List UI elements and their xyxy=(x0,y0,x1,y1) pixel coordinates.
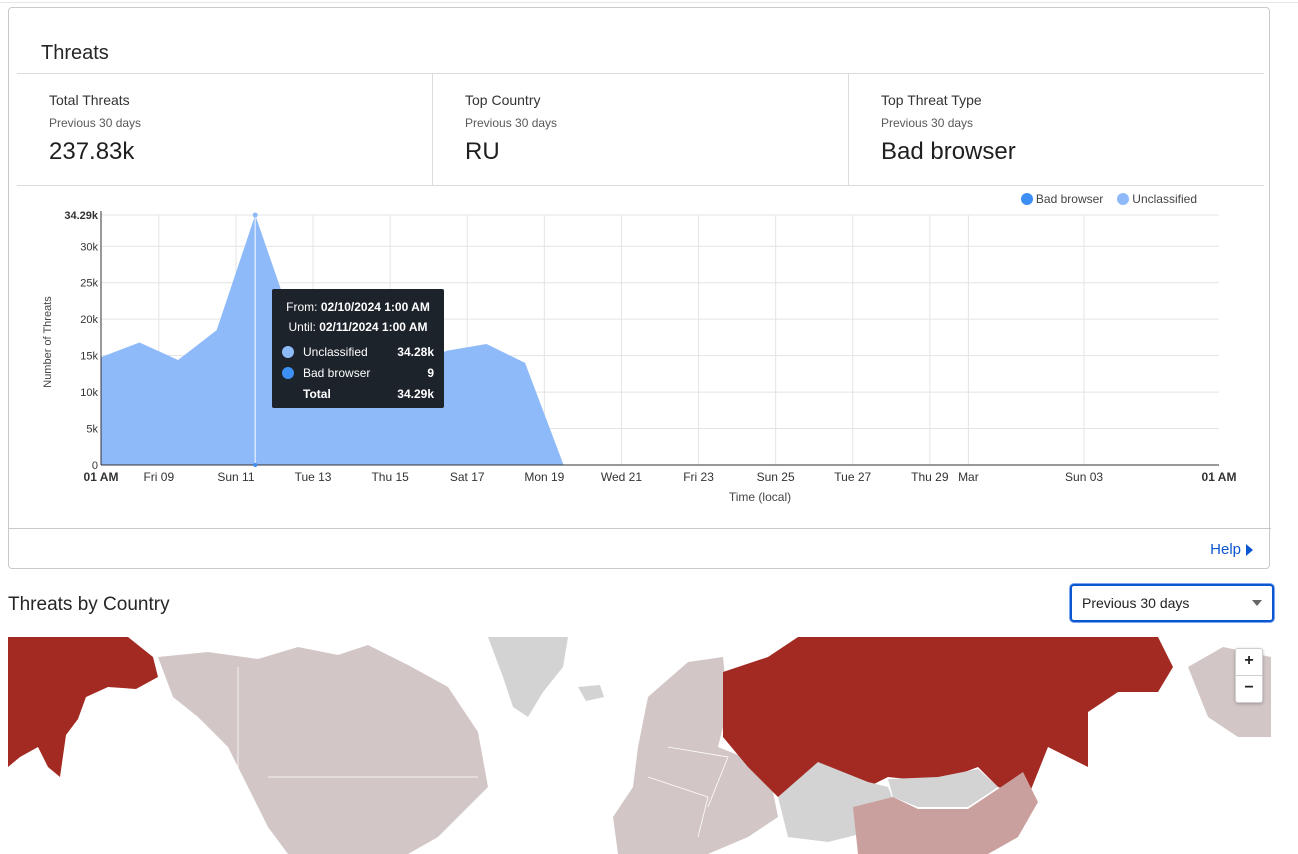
x-tick-label: Tue 27 xyxy=(834,470,871,484)
tooltip-row-bad-browser: Bad browser 9 xyxy=(282,362,434,383)
x-tick-label: Sun 03 xyxy=(1065,470,1103,484)
x-tick-label: Mon 19 xyxy=(524,470,564,484)
y-tick-label: 34.29k xyxy=(64,210,99,222)
x-tick-label: 01 AM xyxy=(1202,470,1237,484)
x-tick-label: Tue 13 xyxy=(295,470,332,484)
tooltip-row-unclassified: Unclassified 34.28k xyxy=(282,341,434,362)
tooltip-total-value: 34.29k xyxy=(397,386,434,401)
x-tick-label: Wed 21 xyxy=(601,470,642,484)
x-tick-label: Sat 17 xyxy=(450,470,485,484)
help-label: Help xyxy=(1210,541,1241,558)
chart-svg[interactable]: 05k10k15k20k25k30k34.29k01 AM Fri 09 Sun 1… xyxy=(9,184,1271,528)
tooltip-swatch xyxy=(282,366,294,379)
tooltip-swatch xyxy=(282,345,294,358)
stats-row: Total Threats Previous 30 days 237.83k T… xyxy=(17,73,1264,186)
card-footer: Help xyxy=(9,528,1271,570)
x-tick-label: 01 AM xyxy=(84,470,119,484)
tooltip-from-value: 02/10/2024 1:00 AM xyxy=(320,300,430,314)
x-tick-label: Sun 25 xyxy=(757,470,795,484)
stat-period: Previous 30 days xyxy=(881,116,974,130)
top-divider xyxy=(0,2,1298,3)
y-tick-label: 20k xyxy=(80,314,98,326)
stat-period: Previous 30 days xyxy=(465,116,558,130)
y-tick-label: 10k xyxy=(80,387,98,399)
tooltip-series-value: 9 xyxy=(427,365,434,380)
map-region-russia-west-wrap[interactable] xyxy=(8,637,158,777)
tooltip-until-label: Until: xyxy=(288,320,316,334)
zoom-in-button[interactable]: + xyxy=(1236,649,1262,675)
card-title: Threats xyxy=(41,42,109,64)
tooltip-from-label: From: xyxy=(286,300,318,314)
caret-right-icon xyxy=(1246,543,1253,556)
map-region-north-america[interactable] xyxy=(158,645,488,854)
stat-label: Top Threat Type xyxy=(881,92,982,108)
map-region-russia[interactable] xyxy=(723,637,1173,797)
x-tick-label: Fri 23 xyxy=(683,470,714,484)
y-axis-title: Number of Threats xyxy=(42,296,54,388)
tooltip-series-value: 34.28k xyxy=(397,344,434,359)
map-region-iceland[interactable] xyxy=(578,685,604,701)
zoom-out-button[interactable]: − xyxy=(1236,675,1262,702)
x-axis-title: Time (local) xyxy=(729,490,791,504)
y-tick-label: 15k xyxy=(80,351,98,363)
tooltip-total-label: Total xyxy=(303,386,331,401)
tooltip-until-value: 02/11/2024 1:00 AM xyxy=(319,320,428,334)
stat-top-threat-type: Top Threat Type Previous 30 days Bad bro… xyxy=(848,74,1264,185)
tooltip-swatch-spacer xyxy=(282,388,294,400)
country-section-title: Threats by Country xyxy=(8,594,170,615)
stat-value: Bad browser xyxy=(881,138,1016,165)
hover-point-base xyxy=(253,463,258,467)
x-tick-label: Thu 15 xyxy=(371,470,409,484)
x-tick-label: Thu 29 xyxy=(911,470,949,484)
map-zoom-control: + − xyxy=(1235,648,1263,703)
stat-period: Previous 30 days xyxy=(49,116,142,130)
stat-top-country: Top Country Previous 30 days RU xyxy=(432,74,848,185)
y-tick-label: 25k xyxy=(80,278,98,290)
help-link[interactable]: Help xyxy=(1210,541,1253,558)
threats-chart: Bad browser Unclassified 0 5k 10k 15k 20k 25k… xyxy=(9,184,1271,528)
threats-card: Threats Total Threats Previous 30 days 2… xyxy=(8,7,1271,570)
period-select[interactable]: Previous 30 days xyxy=(1070,584,1274,622)
x-tick-label: Fri 09 xyxy=(143,470,174,484)
tooltip-series-name: Unclassified xyxy=(303,344,368,359)
world-map-svg[interactable] xyxy=(8,637,1271,854)
stat-total-threats: Total Threats Previous 30 days 237.83k xyxy=(17,74,432,185)
x-tick-label: Mar xyxy=(958,470,979,484)
hover-point xyxy=(252,212,258,218)
chart-tooltip: From: 02/10/2024 1:00 AM Until: 02/11/20… xyxy=(272,289,444,408)
stat-value: RU xyxy=(465,138,500,165)
stat-value: 237.83k xyxy=(49,138,135,165)
tooltip-until: Until: 02/11/2024 1:00 AM xyxy=(282,317,434,337)
tooltip-from: From: 02/10/2024 1:00 AM xyxy=(282,297,434,317)
stat-label: Total Threats xyxy=(49,92,130,108)
chevron-down-icon xyxy=(1252,600,1262,606)
y-tick-label: 30k xyxy=(80,241,98,253)
y-tick-label: 5k xyxy=(86,424,98,436)
threat-map[interactable] xyxy=(8,637,1271,854)
map-region-greenland[interactable] xyxy=(488,637,568,717)
tooltip-series-name: Bad browser xyxy=(303,365,371,380)
stat-label: Top Country xyxy=(465,92,541,108)
tooltip-row-total: Total 34.29k xyxy=(282,383,434,404)
x-tick-label: Sun 11 xyxy=(217,470,254,484)
period-select-value: Previous 30 days xyxy=(1082,595,1190,611)
